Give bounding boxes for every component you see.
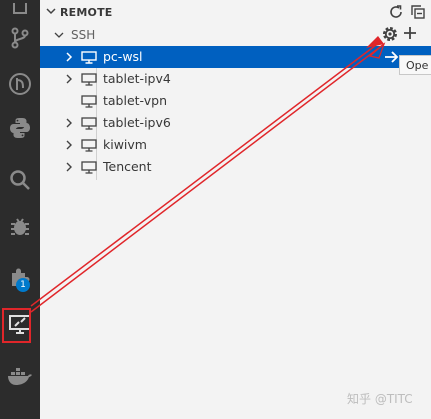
monitor-icon: [81, 73, 97, 86]
host-label: tablet-ipv4: [103, 71, 171, 86]
monitor-icon: [81, 117, 97, 130]
connect-arrow-icon[interactable]: [384, 50, 400, 64]
host-label: pc-wsl: [103, 49, 143, 64]
tooltip: Ope: [399, 55, 431, 75]
add-host-icon[interactable]: [403, 26, 417, 40]
host-label: tablet-ipv6: [103, 115, 171, 130]
extensions-badge: 1: [16, 278, 30, 292]
host-row-pc-wsl[interactable]: pc-wsl: [40, 46, 431, 68]
monitor-icon: [81, 139, 97, 152]
chevron-right-icon: [66, 74, 72, 84]
ssh-group-label: SSH: [71, 28, 96, 42]
chevron-right-icon: [66, 118, 72, 128]
monitor-icon: [81, 51, 97, 64]
chevron-down-icon: [54, 32, 64, 38]
chevron-down-icon: [46, 8, 56, 15]
python-icon[interactable]: [0, 108, 40, 148]
remote-explorer-highlight: [2, 308, 31, 343]
remote-section-header[interactable]: REMOTE: [40, 0, 431, 24]
chevron-right-icon: [66, 162, 72, 172]
source-control-icon[interactable]: [0, 18, 40, 58]
host-row-tablet-ipv4[interactable]: tablet-ipv4: [40, 68, 431, 90]
refresh-icon[interactable]: [388, 4, 404, 20]
remote-explorer-sidebar: REMOTE SSH pc-wsl tablet-ipv4 tablet-vpn…: [40, 0, 431, 419]
host-label: kiwivm: [103, 137, 147, 152]
host-label: tablet-vpn: [103, 93, 167, 108]
host-row-tencent[interactable]: Tencent: [40, 156, 431, 178]
chevron-right-icon: [66, 140, 72, 150]
host-label: Tencent: [103, 159, 152, 174]
monitor-icon: [81, 95, 97, 108]
debug-icon[interactable]: [0, 207, 40, 247]
explorer-icon[interactable]: [0, 0, 40, 20]
docker-icon[interactable]: [0, 356, 40, 396]
collapse-all-icon[interactable]: [410, 4, 426, 20]
host-row-tablet-vpn[interactable]: tablet-vpn: [40, 90, 431, 112]
ssh-group-row[interactable]: SSH: [40, 24, 431, 46]
git-graph-icon[interactable]: [0, 64, 40, 104]
watermark: 知乎 @TITC: [347, 392, 413, 406]
gear-icon[interactable]: [381, 25, 399, 43]
search-icon[interactable]: [0, 160, 40, 200]
activity-bar: 1: [0, 0, 40, 419]
chevron-right-icon: [66, 52, 73, 62]
section-title: REMOTE: [60, 6, 113, 19]
host-row-kiwivm[interactable]: kiwivm: [40, 134, 431, 156]
monitor-icon: [81, 161, 97, 174]
host-row-tablet-ipv6[interactable]: tablet-ipv6: [40, 112, 431, 134]
